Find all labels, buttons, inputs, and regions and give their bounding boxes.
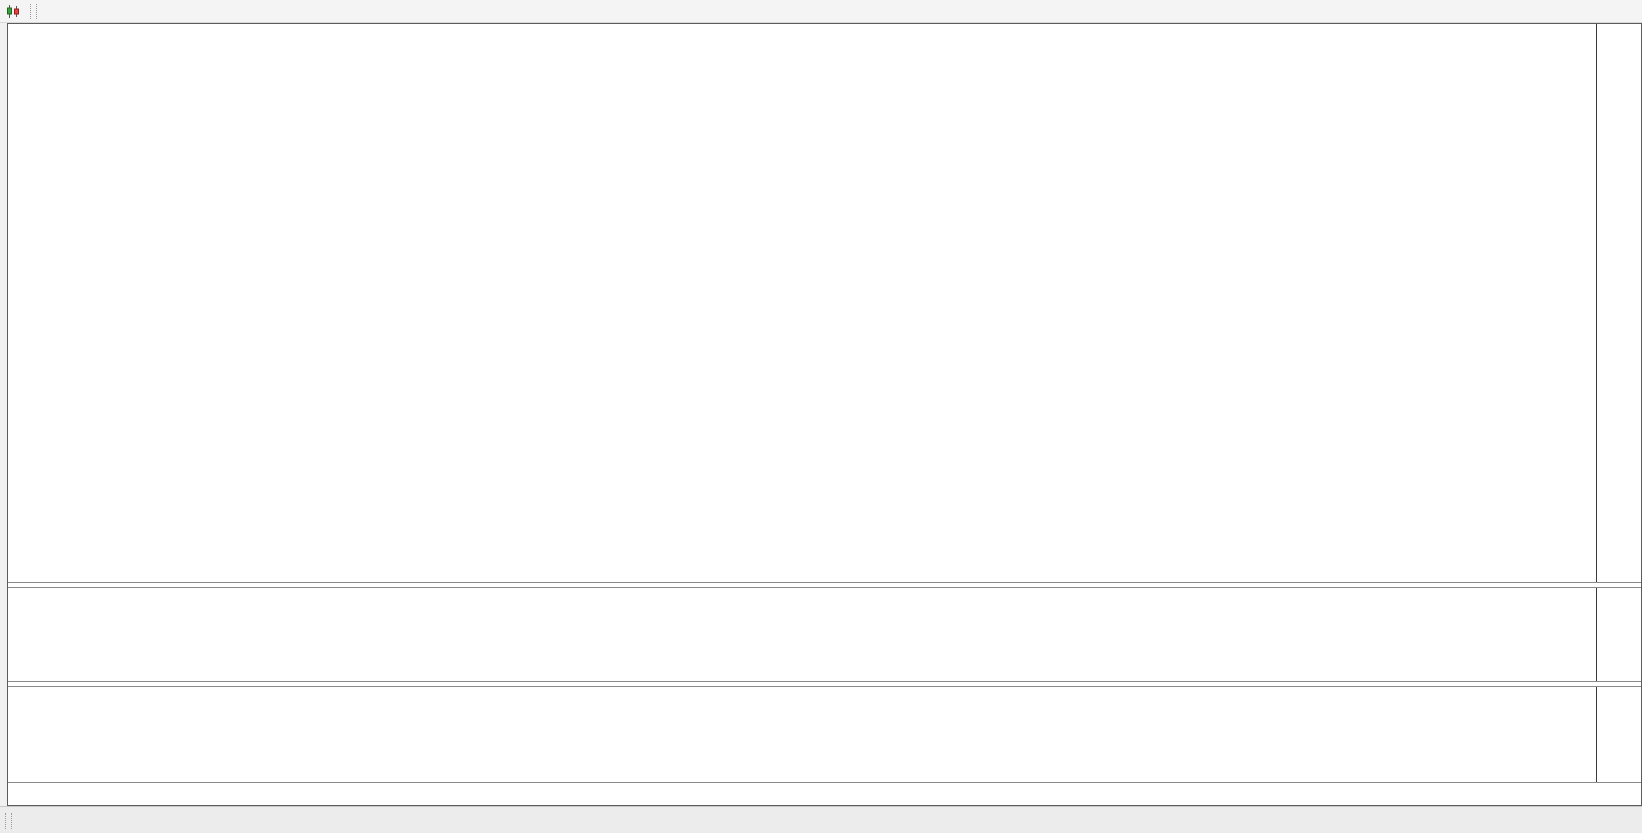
pane-divider[interactable] <box>8 681 1641 687</box>
macd-pane-bottom-border <box>8 782 1641 783</box>
tab-scroll-controls <box>1622 807 1640 833</box>
price-chart-canvas[interactable] <box>8 24 1596 582</box>
chart-window <box>7 23 1642 806</box>
price-axis-line <box>1596 24 1597 782</box>
toolbar-grip[interactable] <box>30 3 37 19</box>
timeframe-toolbar <box>0 0 1642 23</box>
chart-tab-bar <box>0 806 1642 833</box>
pane-divider[interactable] <box>8 582 1641 588</box>
rsi-panel-canvas[interactable] <box>8 586 1596 681</box>
chart-title-row <box>14 28 25 40</box>
mt4-workspace <box>0 0 1642 833</box>
tab-bar-grip[interactable] <box>5 812 12 829</box>
macd-panel-canvas[interactable] <box>8 685 1596 782</box>
candlestick-chart-icon[interactable] <box>4 4 22 19</box>
